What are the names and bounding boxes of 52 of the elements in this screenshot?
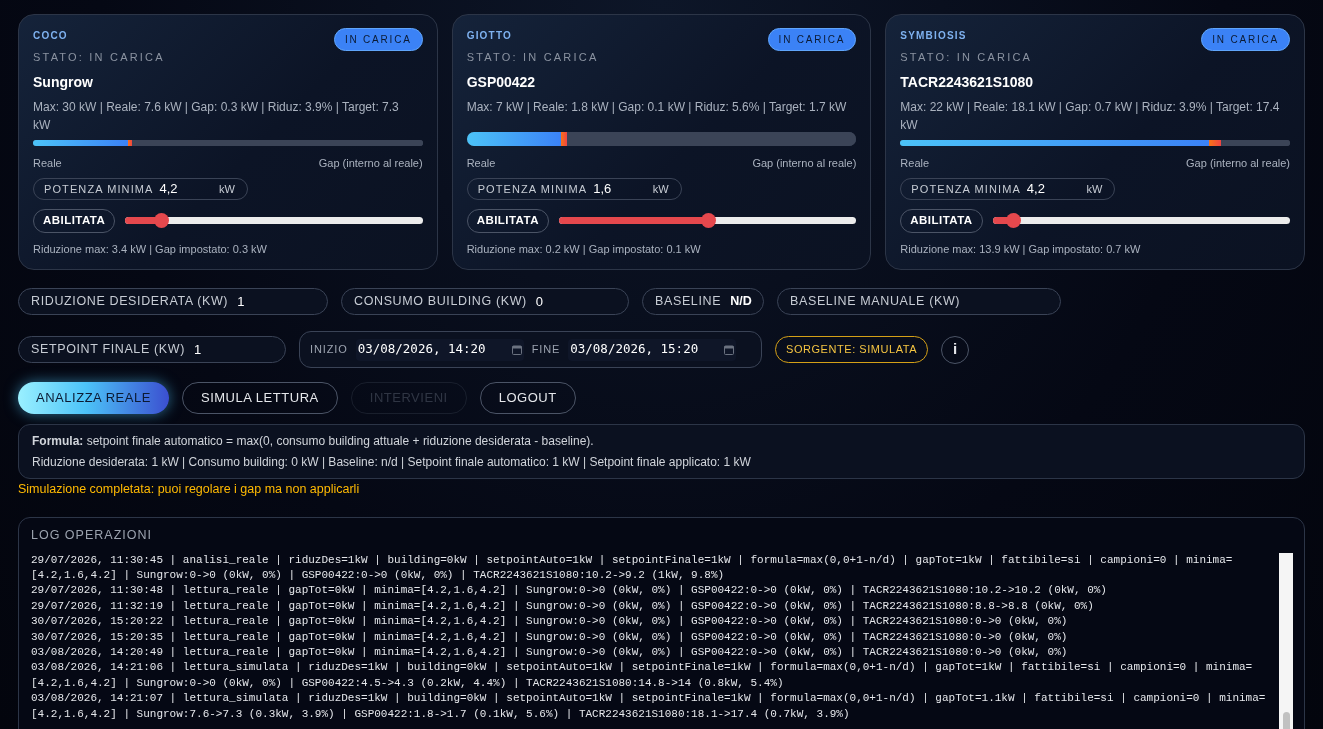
status-badge: IN CARICA	[333, 28, 423, 51]
log-line: 29/07/2026, 11:32:19 | lettura_reale | gapTot=0kW | minima=[4.2,1.6,4.2] | Sungrow:0->0 (0kW, 0%) | GSP00422:0->0 (0kW, 0%) | TACR2243621S1080:8.8->8.8 (0kW, 0%)	[31, 598, 1095, 614]
log-line: [4.2,1.6,4.2] | Sungrow:7.6->7.3 (0.3kW, 3.9%) | GSP00422:1.8->1.7 (0.1kW, 5.6%) | TACR2243621S1080:18.1->17.4 (0.7kW, 3.9%)	[31, 706, 851, 722]
state-label: STATO: IN CARICA	[900, 50, 1033, 65]
site-name: COCO	[33, 29, 69, 43]
log-line: 03/08/2026, 14:21:07 | lettura_simulata | riduzDes=1kW | building=0kW | setpointAuto=1kW | setpointFinale=1kW | formula=max(0,0+1-n/d) | gapTot=1.1kW | fattibile=si | campioni=0 | minima=	[31, 691, 1267, 707]
state-label: STATO: IN CARICA	[466, 50, 599, 65]
calendar-icon[interactable]	[511, 344, 522, 355]
log-line: [4.2,1.6,4.2] | Sungrow:0->0 (0kW, 0%) | GSP00422:4.5->4.3 (0.2kW, 4.4%) | TACR2243621S1080:14.8->14 (0.8kW, 5.4%)	[31, 675, 785, 691]
log-line: 30/07/2026, 15:20:22 | lettura_reale | gapTot=0kW | minima=[4.2,1.6,4.2] | Sungrow:0->0 (0kW, 0%) | GSP00422:0->0 (0kW, 0%) | TACR2243621S1080:0->0 (0kW, 0%)	[31, 614, 1069, 630]
date-label: FINE	[531, 342, 561, 358]
log-line: 03/08/2026, 14:21:06 | lettura_simulata | riduzDes=1kW | building=0kW | setpointAuto=1kW | setpointFinale=1kW | formula=max(0,0+1-n/d) | gapTot=1kW | fattibile=si | campioni=0 | minima=	[31, 660, 1254, 676]
formula-details: Riduzione desiderata: 1 kW | Consumo building: 0 kW | Baseline: n/d | Setpoint finale automatico: 1 kW | Setpoint finale applicato: 1 kW	[32, 454, 752, 471]
log-line: 29/07/2026, 11:30:48 | lettura_reale | gapTot=0kW | minima=[4.2,1.6,4.2] | Sungrow:0->0 (0kW, 0%) | GSP00422:0->0 (0kW, 0%) | TACR2243621S1080:10.2->10.2 (0kW, 0%)	[31, 583, 1108, 599]
formula-text: Formula: setpoint finale automatico = max(0, consumo building attuale + riduzione desiderata - baseline).	[32, 433, 595, 450]
status-badge: IN CARICA	[1201, 28, 1290, 51]
device-name: TACR2243621S1080	[900, 72, 1035, 92]
site-name: SYMBIOSIS	[900, 29, 968, 43]
bar-label: Reale	[466, 155, 496, 171]
bar-label: Gap (interno al reale)	[1186, 155, 1290, 171]
log-title: LOG OPERAZIONI	[31, 526, 153, 544]
log-line: [4.2,1.6,4.2] | Sungrow:0->0 (0kW, 0%) | GSP00422:0->0 (0kW, 0%) | TACR2243621S1080:10.2->9.2 (1kW, 9.8%)	[31, 567, 726, 583]
date-input[interactable]: 03/08/2026, 15:20	[568, 338, 737, 361]
calendar-icon[interactable]	[724, 344, 735, 355]
input-field[interactable]: CONSUMO BUILDING (KW) 0	[341, 288, 629, 315]
input-field[interactable]: RIDUZIONE DESIDERATA (KW) 1	[18, 288, 328, 315]
scrollbar[interactable]	[1279, 552, 1293, 729]
device-stats: Max: 7 kW | Reale: 1.8 kW | Gap: 0.1 kW | Riduz: 5.6% | Target: 1.7 kW	[466, 98, 848, 116]
input-field[interactable]: BASELINE MANUALE (KW)	[777, 288, 1061, 315]
bar-label: Gap (interno al reale)	[752, 155, 857, 171]
bar-label: Gap (interno al reale)	[318, 155, 423, 171]
baseline-readout: BASELINE N/D	[642, 288, 764, 315]
status-badge: IN CARICA	[767, 28, 857, 51]
device-stats: Max: 30 kW | Reale: 7.6 kW | Gap: 0.3 kW | Riduz: 3.9% | Target: 7.3 kW	[33, 98, 400, 134]
log-line: 03/08/2026, 14:20:49 | lettura_reale | gapTot=0kW | minima=[4.2,1.6,4.2] | Sungrow:0->0 (0kW, 0%) | GSP00422:0->0 (0kW, 0%) | TACR2243621S1080:0->0 (0kW, 0%)	[31, 644, 1069, 660]
device-stats: Max: 22 kW | Reale: 18.1 kW | Gap: 0.7 kW | Riduz: 3.9% | Target: 17.4 kW	[900, 98, 1281, 134]
limits-text: Riduzione max: 0.2 kW | Gap impostato: 0.1 kW	[466, 241, 702, 257]
log-line: 29/07/2026, 11:30:45 | analisi_reale | riduzDes=1kW | building=0kW | setpointAuto=1kW | setpointFinale=1kW | formula=max(0,0+1-n/d) | gapTot=1kW | fattibile=si | campioni=0 | minima=	[31, 552, 1234, 568]
limits-text: Riduzione max: 13.9 kW | Gap impostato: 0.7 kW	[900, 241, 1142, 257]
state-label: STATO: IN CARICA	[33, 50, 165, 65]
date-input[interactable]: 03/08/2026, 14:20	[355, 338, 524, 361]
bar-label: Reale	[900, 155, 930, 171]
device-name: GSP00422	[466, 72, 537, 92]
limits-text: Riduzione max: 3.4 kW | Gap impostato: 0.3 kW	[33, 241, 268, 257]
date-label: INIZIO	[310, 342, 348, 358]
log-line: 30/07/2026, 15:20:35 | lettura_reale | gapTot=0kW | minima=[4.2,1.6,4.2] | Sungrow:0->0 (0kW, 0%) | GSP00422:0->0 (0kW, 0%) | TACR2243621S1080:0->0 (0kW, 0%)	[31, 629, 1069, 645]
input-field[interactable]: SETPOINT FINALE (KW) 1	[18, 336, 286, 363]
status-message: Simulazione completata: puoi regolare i gap ma non applicarli	[18, 481, 361, 498]
device-name: Sungrow	[33, 72, 94, 92]
bar-label: Reale	[33, 155, 62, 171]
action-button[interactable]: ANALIZZA REALE	[18, 382, 169, 414]
site-name: GIOTTO	[466, 29, 513, 43]
